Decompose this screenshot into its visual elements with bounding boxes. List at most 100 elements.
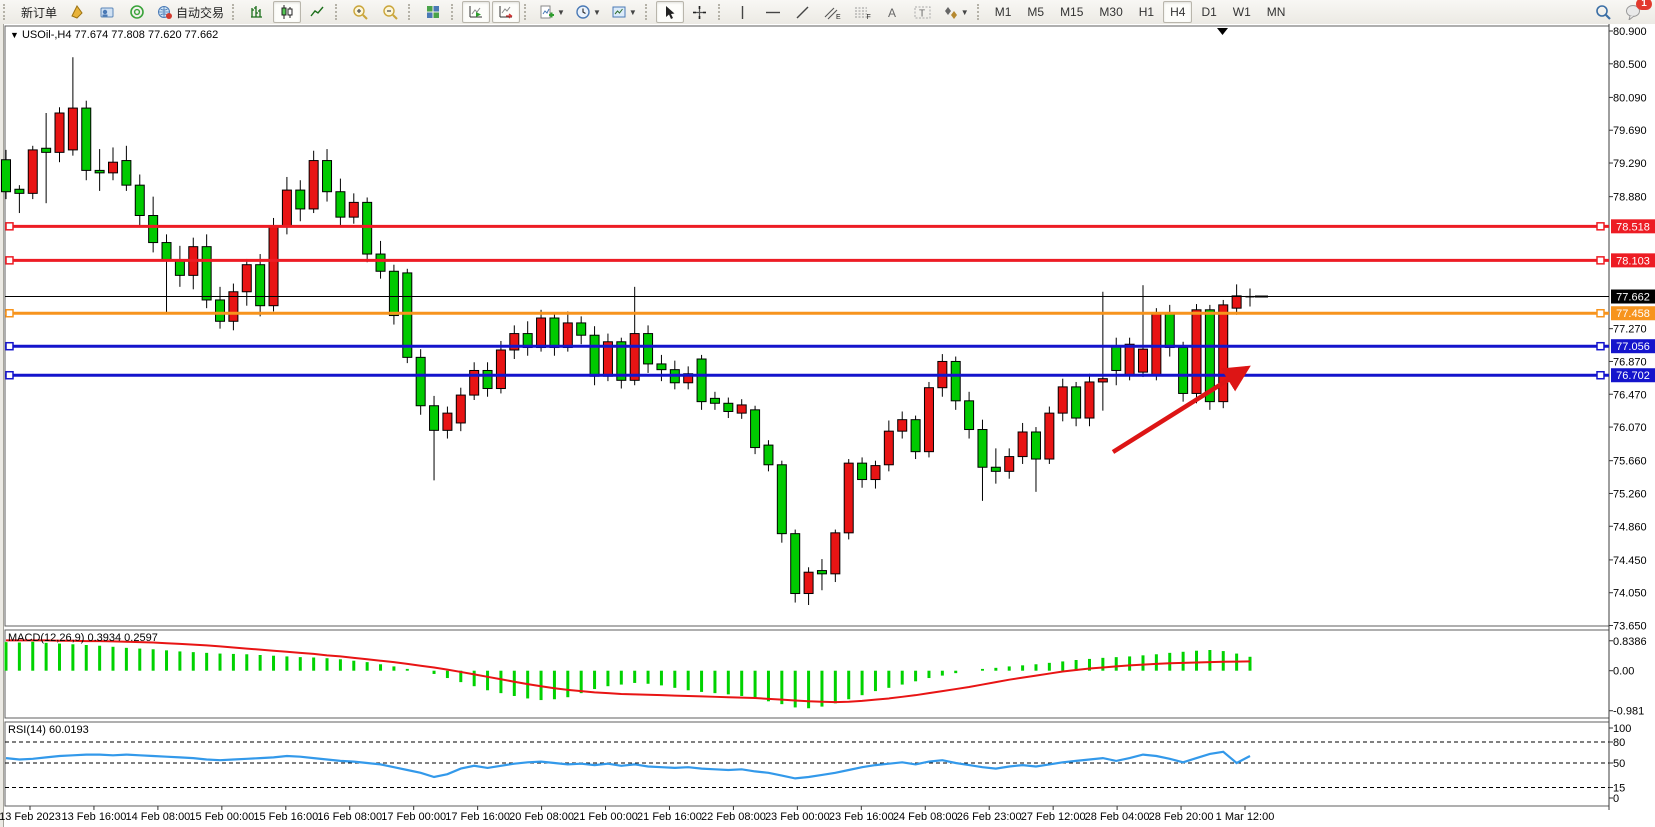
notification-badge: 1 <box>1636 0 1652 10</box>
candle-body <box>724 403 733 411</box>
crosshair-button[interactable] <box>686 1 714 23</box>
tile-windows-button[interactable] <box>419 1 447 23</box>
line-anchor-handle[interactable] <box>1597 223 1604 230</box>
price-level-badge-text: 77.056 <box>1616 341 1650 353</box>
cursor-button[interactable] <box>656 1 684 23</box>
text-button[interactable]: A <box>879 1 907 23</box>
objects-group: ▼ ▼ ▼ <box>521 0 642 24</box>
equidistant-channel-button[interactable]: E <box>819 1 847 23</box>
timeframe-m15[interactable]: M15 <box>1053 1 1090 23</box>
autotrading-button[interactable]: 自动交易 <box>153 1 228 23</box>
y-axis-tick: 76.070 <box>1613 422 1647 434</box>
line-anchor-handle[interactable] <box>6 372 13 379</box>
candle-body <box>282 190 291 226</box>
candlestick-chart-icon <box>279 4 295 20</box>
line-anchor-handle[interactable] <box>6 343 13 350</box>
line-anchor-handle[interactable] <box>1597 372 1604 379</box>
arrows-button[interactable]: ▼ <box>939 1 973 23</box>
bar-chart-button[interactable] <box>243 1 271 23</box>
toolbar-grip <box>718 4 725 20</box>
candle-body <box>1058 387 1067 413</box>
toolbar-grip <box>451 4 458 20</box>
timeframe-d1[interactable]: D1 <box>1194 1 1223 23</box>
candle-body <box>644 334 653 364</box>
x-axis-label: 15 Feb 00:00 <box>189 811 254 823</box>
x-axis-label: 20 Feb 08:00 <box>509 811 574 823</box>
rsi-axis-tick: 50 <box>1613 758 1625 770</box>
indicators-button[interactable]: ▼ <box>535 1 569 23</box>
candle-body <box>363 202 372 254</box>
chart-window[interactable]: 80.90080.50080.09079.69079.29078.88077.2… <box>0 24 1655 827</box>
line-anchor-handle[interactable] <box>6 310 13 317</box>
timeframe-m30[interactable]: M30 <box>1092 1 1129 23</box>
timeframe-mn[interactable]: MN <box>1260 1 1293 23</box>
candle-body <box>216 300 225 321</box>
search-button[interactable] <box>1589 1 1617 23</box>
line-anchor-handle[interactable] <box>6 223 13 230</box>
candle-body <box>122 161 131 186</box>
candle-body <box>563 323 572 348</box>
line-anchor-handle[interactable] <box>1597 343 1604 350</box>
chart-title-text: USOil-,H4 77.674 77.808 77.620 77.662 <box>22 29 218 41</box>
terminal-icon <box>129 4 145 20</box>
autotrading-label: 自动交易 <box>176 4 224 21</box>
candle-body <box>751 410 760 448</box>
rsi-axis-tick: 0 <box>1613 793 1619 805</box>
symbol-dropdown-icon[interactable]: ▼ <box>10 30 19 40</box>
candle-body <box>1005 457 1014 472</box>
timeframe-h4[interactable]: H4 <box>1163 1 1192 23</box>
x-axis-label: 17 Feb 16:00 <box>445 811 510 823</box>
chart-shift-button[interactable] <box>492 1 520 23</box>
main-chart-canvas[interactable]: 80.90080.50080.09079.69079.29078.88077.2… <box>0 24 1655 827</box>
line-chart-button[interactable] <box>303 1 331 23</box>
fibonacci-button[interactable]: F <box>849 1 877 23</box>
candle-body <box>443 413 452 430</box>
zoom-in-icon <box>352 4 369 21</box>
notifications-button[interactable]: 1 <box>1619 1 1647 23</box>
periods-button[interactable]: ▼ <box>571 1 605 23</box>
terminal-button[interactable] <box>123 1 151 23</box>
y-axis-tick: 80.090 <box>1613 92 1647 104</box>
y-axis-tick: 79.290 <box>1613 158 1647 170</box>
x-axis-label: 21 Feb 00:00 <box>573 811 638 823</box>
text-label-button[interactable]: T <box>909 1 937 23</box>
trendline-button[interactable] <box>789 1 817 23</box>
candle-body <box>336 192 345 217</box>
pane-border <box>5 630 1609 718</box>
horizontal-line-button[interactable] <box>759 1 787 23</box>
candle-body <box>135 185 144 215</box>
toolbar: 新订单 自动交易 <box>0 0 1655 25</box>
timeframe-m1[interactable]: M1 <box>988 1 1019 23</box>
timeframe-w1[interactable]: W1 <box>1226 1 1258 23</box>
x-axis-label: 23 Feb 00:00 <box>765 811 830 823</box>
candle-body <box>1179 348 1188 394</box>
line-anchor-handle[interactable] <box>6 257 13 264</box>
candle-body <box>817 571 826 574</box>
templates-button[interactable]: ▼ <box>607 1 641 23</box>
candle-body <box>430 406 439 431</box>
y-axis-tick: 80.900 <box>1613 26 1647 38</box>
y-axis-tick: 79.690 <box>1613 125 1647 137</box>
timeframe-m5[interactable]: M5 <box>1020 1 1051 23</box>
candle-body <box>42 148 51 152</box>
new-order-button[interactable]: 新订单 <box>14 1 61 23</box>
zoom-out-button[interactable] <box>376 1 404 23</box>
timeframe-h1[interactable]: H1 <box>1132 1 1161 23</box>
candle-body <box>1112 346 1121 371</box>
candle-body <box>978 430 987 468</box>
cursor-icon <box>662 5 677 20</box>
market-watch-button[interactable] <box>63 1 91 23</box>
line-anchor-handle[interactable] <box>1597 257 1604 264</box>
auto-scroll-button[interactable] <box>462 1 490 23</box>
vertical-line-button[interactable] <box>729 1 757 23</box>
line-anchor-handle[interactable] <box>1597 310 1604 317</box>
dropdown-arrow-icon: ▼ <box>629 8 637 17</box>
candle-body <box>68 108 77 150</box>
candle-body <box>1045 413 1054 459</box>
x-axis-label: 15 Feb 16:00 <box>253 811 318 823</box>
candle-body <box>1018 432 1027 457</box>
zoom-in-button[interactable] <box>346 1 374 23</box>
candlestick-chart-button[interactable] <box>273 1 301 23</box>
navigator-button[interactable] <box>93 1 121 23</box>
zoom-group <box>332 0 521 24</box>
